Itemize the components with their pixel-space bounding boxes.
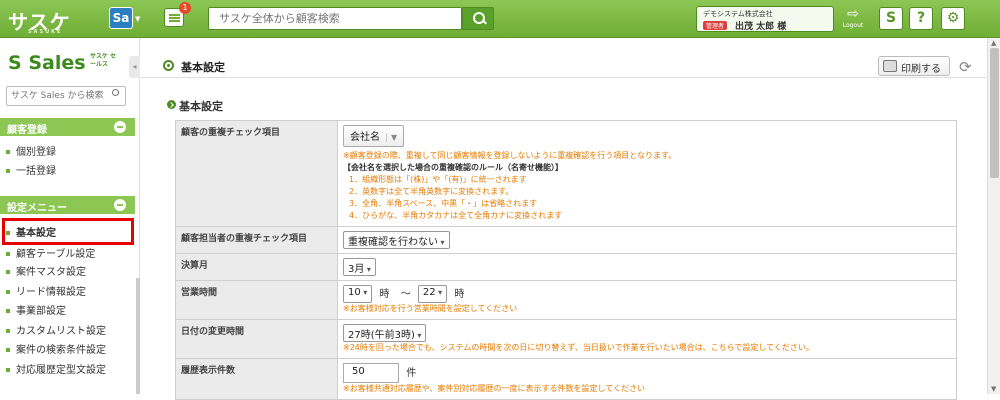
sidebar-item-basic-settings[interactable]: 基本設定 [6, 224, 56, 239]
table-row: 日付の変更時間 27時(午前3時) ※24時を回った場合でも、システムの時間を次… [175, 319, 957, 359]
table-row: 営業時間 10 時 〜 22 時 ※お客様対応を行う営業時間を設定してください [175, 280, 957, 320]
dup-rule-head: 【会社名を選択した場合の重複確認のルール（名寄せ機能）】 [343, 163, 563, 172]
hours-end-select[interactable]: 22 [417, 285, 448, 303]
table-row: 決算月 3月 [175, 253, 957, 281]
owner-duplicate-select[interactable]: 重複確認を行わない [343, 231, 450, 249]
refresh-icon[interactable]: ⟳ [959, 58, 972, 76]
top-bar: サスケSASUKE Sa ▼ 1 デモシステム株式会社 管理者 出茂 太郎 様 … [0, 0, 1000, 38]
row-value: 27時(午前3時) ※24時を回った場合でも、システムの時間を次の日に切り替えず… [337, 319, 957, 359]
table-row: 顧客担当者の重複チェック項目 重複確認を行わない [175, 226, 957, 254]
sidebar-item-history-template[interactable]: 対応履歴定型文設定 [6, 361, 106, 376]
sidebar-item-bulk-register[interactable]: 一括登録 [6, 162, 56, 177]
search-icon[interactable] [462, 7, 494, 30]
history-note: ※お客様共通対応履歴や、案件別対応履歴の一度に表示する件数を設定してください [343, 384, 645, 393]
row-label: 営業時間 [175, 280, 338, 320]
sidebar-item-individual-register[interactable]: 個別登録 [6, 143, 56, 158]
company-name: デモシステム株式会社 [703, 10, 773, 18]
collapse-icon[interactable] [114, 199, 126, 211]
dup-rule: 2．英数字は全て半角英数字に変換されます。 [349, 187, 514, 196]
user-name: 出茂 太郎 様 [735, 22, 787, 32]
sidebar: S Sales サスケ セールス ◂ 顧客登録 個別登録 一括登録 設定メニュー… [0, 38, 140, 394]
hours-start-select[interactable]: 10 [343, 285, 373, 303]
sales-brand: S Sales サスケ セールス [8, 52, 116, 74]
sidebar-item-custom-list[interactable]: カスタムリスト設定 [6, 322, 106, 337]
app-logo[interactable]: サスケ SASUKE [8, 6, 71, 35]
arrow-circle-icon [167, 100, 176, 109]
sidebar-search-input[interactable] [6, 86, 126, 106]
row-label: 日付の変更時間 [175, 319, 338, 359]
message-count-badge: 1 [179, 2, 191, 14]
row-label: 顧客の重複チェック項目 [175, 120, 338, 227]
row-value: 3月 [337, 253, 957, 281]
row-label: 履歴表示件数 [175, 358, 338, 400]
sidebar-scrollbar[interactable] [136, 278, 140, 394]
date-change-select[interactable]: 27時(午前3時) [343, 324, 427, 342]
dup-note: ※顧客登録の際、重複して同じ顧客情報を登録しないように重複確認を行う項目となりま… [343, 151, 677, 160]
logout-icon: ⇨ [847, 6, 859, 22]
printer-icon [883, 60, 897, 72]
page-scrollbar[interactable]: ▲ ▼ [987, 38, 1000, 394]
gear-icon[interactable]: ⚙ [941, 7, 965, 30]
row-value: 10 時 〜 22 時 ※お客様対応を行う営業時間を設定してください [337, 280, 957, 320]
settings-table: 顧客の重複チェック項目 会社名 ▼ ※顧客登録の際、重複して同じ顧客情報を登録しな… [175, 120, 957, 400]
scroll-down-icon[interactable]: ▼ [991, 385, 996, 393]
collapse-icon[interactable] [114, 121, 126, 133]
global-search-input[interactable] [208, 7, 462, 30]
logout-button[interactable]: ⇨ Logout [840, 6, 866, 32]
chevron-down-icon: ▼ [386, 133, 397, 142]
help-button[interactable]: ? [909, 7, 933, 30]
user-info: デモシステム株式会社 管理者 出茂 太郎 様 [696, 6, 834, 32]
duplicate-check-select[interactable]: 会社名 ▼ [343, 125, 405, 147]
dup-rule: 4．ひらがな、半角カタカナは全て全角カナに変換されます [349, 211, 563, 220]
main-content: 基本設定 印刷する ⟳ 基本設定 顧客の重複チェック項目 会社名 ▼ ※顧客登録の… [141, 38, 986, 400]
page-header: 基本設定 印刷する ⟳ [141, 56, 986, 78]
date-change-note: ※24時を回った場合でも、システムの時間を次の日に切り替えず、当日扱いで作業を行… [343, 343, 814, 352]
section-customer-register[interactable]: 顧客登録 [0, 118, 135, 136]
row-value: 重複確認を行わない [337, 226, 957, 254]
scrollbar-thumb[interactable] [990, 48, 999, 178]
sidebar-item-lead-info[interactable]: リード情報設定 [6, 283, 86, 298]
section-title: 基本設定 [179, 100, 223, 113]
row-label: 決算月 [175, 253, 338, 281]
scroll-up-icon[interactable]: ▲ [991, 39, 996, 47]
circle-icon [163, 60, 174, 71]
search-icon[interactable] [112, 89, 119, 96]
table-row: 履歴表示件数 50 件 ※お客様共通対応履歴や、案件別対応履歴の一度に表示する件… [175, 358, 957, 400]
dup-rule: 3．全角、半角スペース、中黒「・」は省略されます [349, 199, 538, 208]
row-value: 50 件 ※お客様共通対応履歴や、案件別対応履歴の一度に表示する件数を設定してく… [337, 358, 957, 400]
collapse-sidebar-button[interactable]: ◂ [129, 56, 140, 78]
history-count-input[interactable]: 50 [343, 363, 399, 383]
page-title: 基本設定 [181, 61, 225, 74]
app-switcher-button[interactable]: Sa [109, 7, 133, 29]
dup-rule: 1．組織形態は「(株)」や「(有)」に統一されます [349, 175, 527, 184]
sidebar-item-customer-table[interactable]: 顧客テーブル設定 [6, 245, 95, 260]
chevron-down-icon[interactable]: ▼ [135, 15, 140, 23]
sidebar-item-deal-search[interactable]: 案件の検索条件設定 [6, 341, 106, 356]
sidebar-item-division[interactable]: 事業部設定 [6, 302, 66, 317]
hours-note: ※お客様対応を行う営業時間を設定してください [343, 304, 518, 313]
role-badge: 管理者 [703, 21, 728, 30]
row-value: 会社名 ▼ ※顧客登録の際、重複して同じ顧客情報を登録しないように重複確認を行う項… [337, 120, 957, 227]
sidebar-item-deal-master[interactable]: 案件マスタ設定 [6, 263, 86, 278]
row-label: 顧客担当者の重複チェック項目 [175, 226, 338, 254]
fiscal-month-select[interactable]: 3月 [343, 258, 376, 276]
section-settings-menu[interactable]: 設定メニュー [0, 196, 135, 214]
table-row: 顧客の重複チェック項目 会社名 ▼ ※顧客登録の際、重複して同じ顧客情報を登録しな… [175, 120, 957, 227]
sasuke-home-button[interactable]: S [879, 7, 903, 30]
